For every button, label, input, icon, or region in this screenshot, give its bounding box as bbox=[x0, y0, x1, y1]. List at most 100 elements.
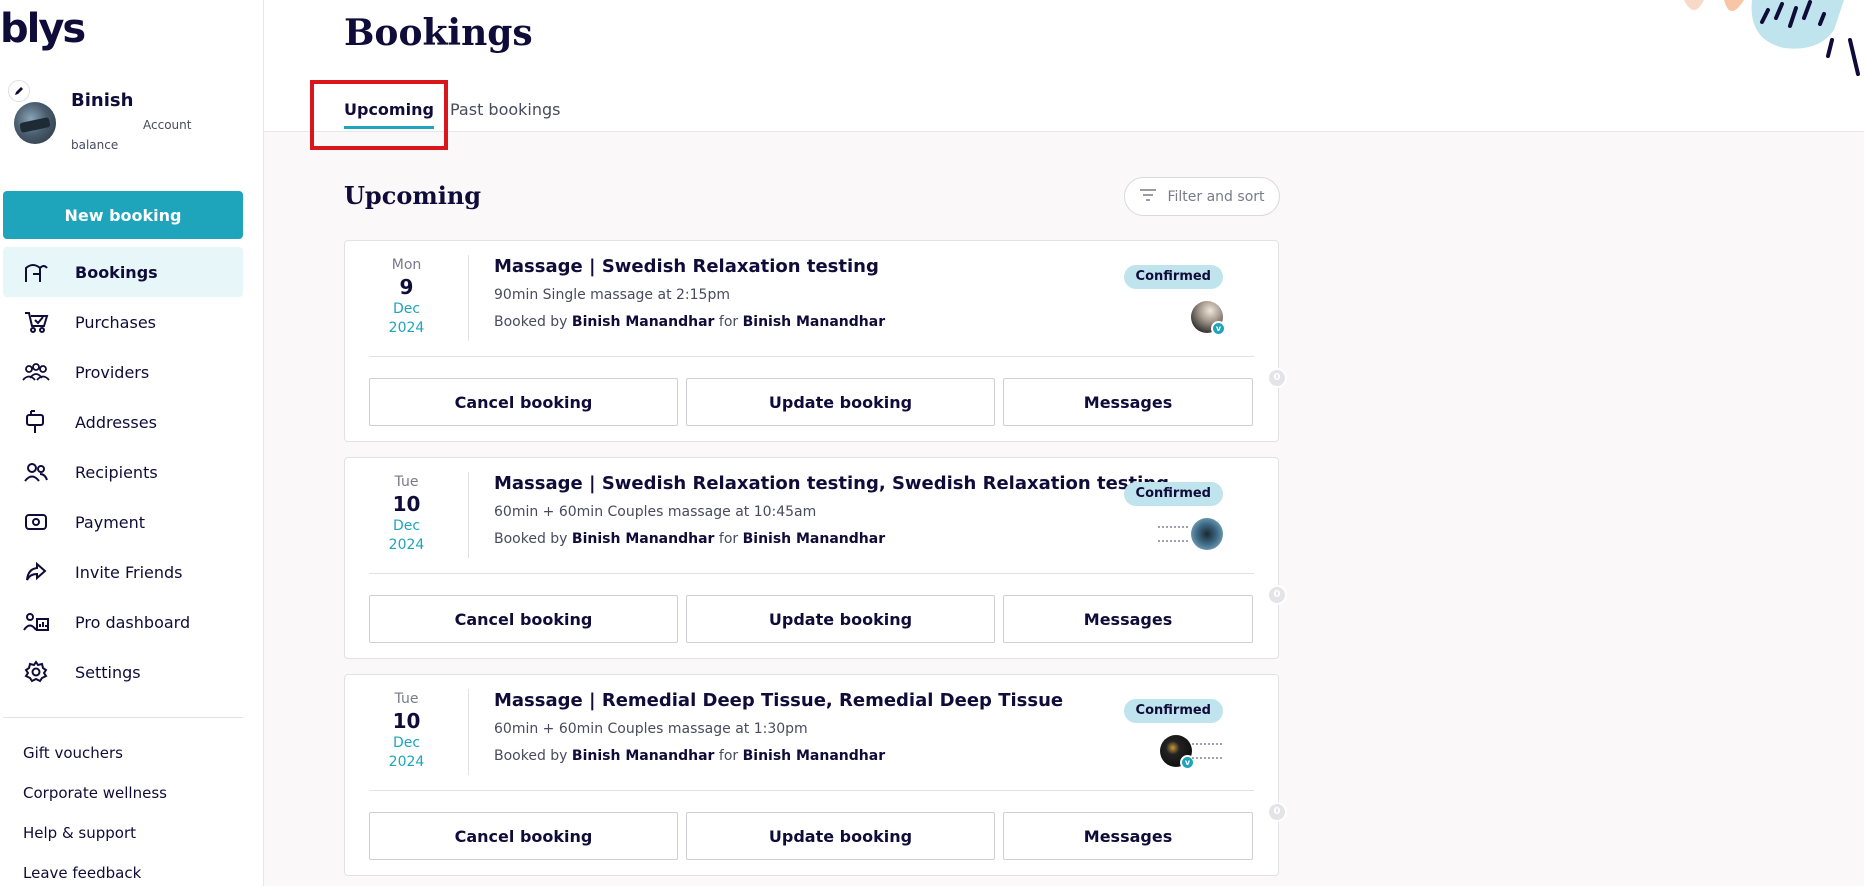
booked-by-name: Binish Manandhar bbox=[571, 314, 715, 330]
cancel-booking-button[interactable]: Cancel booking bbox=[369, 812, 678, 860]
cart-icon bbox=[21, 307, 51, 337]
date-weekday: Mon bbox=[391, 257, 422, 273]
date-weekday: Tue bbox=[394, 691, 419, 707]
sidebar-item-invite-friends[interactable]: Invite Friends bbox=[3, 547, 243, 597]
booking-date: Tue 10 Dec 2024 bbox=[345, 689, 469, 775]
messages-button[interactable]: Messages bbox=[1003, 378, 1253, 426]
leave-feedback-link[interactable]: Leave feedback bbox=[23, 864, 167, 886]
booked-by-line: Booked by Binish Manandhar for Binish Ma… bbox=[494, 748, 885, 764]
booking-title[interactable]: Massage | Swedish Relaxation testing, Sw… bbox=[494, 473, 1169, 494]
sidebar-item-bookings[interactable]: Bookings bbox=[3, 247, 243, 297]
booking-card[interactable]: Tue 10 Dec 2024 Massage | Remedial Deep … bbox=[344, 674, 1287, 876]
page-title: Bookings bbox=[344, 12, 533, 54]
gear-icon bbox=[21, 657, 51, 687]
mailbox-icon bbox=[21, 407, 51, 437]
sidebar-item-label: Recipients bbox=[75, 462, 158, 482]
sidebar-item-providers[interactable]: Providers bbox=[3, 347, 243, 397]
sidebar-item-pro-dashboard[interactable]: Pro dashboard bbox=[3, 597, 243, 647]
booking-date: Mon 9 Dec 2024 bbox=[345, 255, 469, 341]
status-badge: Confirmed bbox=[1123, 699, 1223, 723]
decorative-pattern bbox=[1644, 0, 1864, 80]
verified-icon: v bbox=[1211, 321, 1226, 336]
booking-details: 60min + 60min Couples massage at 1:30pm bbox=[494, 721, 808, 737]
sidebar-item-label: Payment bbox=[75, 512, 146, 532]
booking-details: 60min + 60min Couples massage at 10:45am bbox=[494, 504, 817, 520]
booking-date: Tue 10 Dec 2024 bbox=[345, 472, 469, 558]
sidebar: blys Binish Account balance New booking … bbox=[0, 0, 264, 886]
sidebar-item-label: Pro dashboard bbox=[75, 612, 191, 632]
for-label: for bbox=[718, 748, 739, 764]
tab-past-bookings[interactable]: Past bookings bbox=[450, 100, 561, 119]
account-balance-label: Account bbox=[143, 118, 192, 132]
corporate-wellness-link[interactable]: Corporate wellness bbox=[23, 784, 167, 824]
card-divider bbox=[369, 356, 1254, 357]
sidebar-item-label: Purchases bbox=[75, 312, 156, 332]
messages-button[interactable]: Messages bbox=[1003, 812, 1253, 860]
sidebar-footer-links: Gift vouchers Corporate wellness Help & … bbox=[23, 744, 167, 886]
sidebar-item-addresses[interactable]: Addresses bbox=[3, 397, 243, 447]
card-divider bbox=[369, 790, 1254, 791]
message-count-badge: 0 bbox=[1267, 802, 1287, 822]
booked-by-prefix: Booked by bbox=[494, 531, 568, 547]
tab-upcoming[interactable]: Upcoming bbox=[344, 100, 434, 129]
date-year: 2024 bbox=[388, 537, 425, 553]
new-booking-button[interactable]: New booking bbox=[3, 191, 243, 239]
date-day: 10 bbox=[392, 709, 421, 733]
card-divider bbox=[369, 573, 1254, 574]
payment-icon bbox=[21, 507, 51, 537]
section-title: Upcoming bbox=[344, 181, 482, 210]
date-month: Dec bbox=[392, 518, 421, 534]
booking-card[interactable]: Mon 9 Dec 2024 Massage | Swedish Relaxat… bbox=[344, 240, 1287, 442]
avatar[interactable] bbox=[14, 102, 56, 144]
filter-label: Filter and sort bbox=[1167, 188, 1265, 205]
sidebar-item-label: Invite Friends bbox=[75, 562, 183, 582]
update-booking-button[interactable]: Update booking bbox=[686, 378, 995, 426]
provider-placeholder bbox=[1158, 526, 1188, 542]
messages-button[interactable]: Messages bbox=[1003, 595, 1253, 643]
recipient-name: Binish Manandhar bbox=[742, 314, 886, 330]
booking-details: 90min Single massage at 2:15pm bbox=[494, 287, 730, 303]
cancel-booking-button[interactable]: Cancel booking bbox=[369, 378, 678, 426]
providers-icon bbox=[21, 357, 51, 387]
page-header: Bookings Upcoming Past bookings bbox=[264, 0, 1864, 150]
message-count-badge: 0 bbox=[1267, 585, 1287, 605]
for-label: for bbox=[718, 531, 739, 547]
blys-logo[interactable]: blys bbox=[0, 6, 86, 52]
recipient-name: Binish Manandhar bbox=[742, 748, 886, 764]
sidebar-item-payment[interactable]: Payment bbox=[3, 497, 243, 547]
sidebar-item-recipients[interactable]: Recipients bbox=[3, 447, 243, 497]
share-icon bbox=[21, 557, 51, 587]
sidebar-item-settings[interactable]: Settings bbox=[3, 647, 243, 697]
booked-by-line: Booked by Binish Manandhar for Binish Ma… bbox=[494, 314, 885, 330]
date-year: 2024 bbox=[388, 754, 425, 770]
for-label: for bbox=[718, 314, 739, 330]
filter-icon bbox=[1139, 188, 1157, 206]
booked-by-prefix: Booked by bbox=[494, 314, 568, 330]
edit-pencil-icon[interactable] bbox=[8, 80, 30, 102]
account-balance-label-cont: balance bbox=[71, 138, 119, 152]
date-month: Dec bbox=[392, 301, 421, 317]
status-badge: Confirmed bbox=[1123, 265, 1223, 289]
sidebar-item-label: Addresses bbox=[75, 412, 157, 432]
update-booking-button[interactable]: Update booking bbox=[686, 812, 995, 860]
date-weekday: Tue bbox=[394, 474, 419, 490]
provider-avatar[interactable] bbox=[1191, 518, 1223, 550]
update-booking-button[interactable]: Update booking bbox=[686, 595, 995, 643]
booking-card[interactable]: Tue 10 Dec 2024 Massage | Swedish Relaxa… bbox=[344, 457, 1287, 659]
provider-placeholder bbox=[1192, 743, 1222, 759]
cancel-booking-button[interactable]: Cancel booking bbox=[369, 595, 678, 643]
date-day: 10 bbox=[392, 492, 421, 516]
booking-title[interactable]: Massage | Swedish Relaxation testing bbox=[494, 256, 879, 277]
gift-vouchers-link[interactable]: Gift vouchers bbox=[23, 744, 167, 784]
sidebar-item-label: Bookings bbox=[75, 262, 158, 282]
sidebar-item-purchases[interactable]: Purchases bbox=[3, 297, 243, 347]
sidebar-nav: Bookings Purchases Providers Addresses R… bbox=[3, 247, 243, 697]
filter-and-sort-button[interactable]: Filter and sort bbox=[1124, 177, 1280, 216]
help-support-link[interactable]: Help & support bbox=[23, 824, 167, 864]
sidebar-divider bbox=[3, 717, 243, 718]
profile-block: Binish Account balance bbox=[0, 78, 264, 158]
profile-name: Binish bbox=[71, 90, 134, 111]
pro-dashboard-icon bbox=[21, 607, 51, 637]
booking-title[interactable]: Massage | Remedial Deep Tissue, Remedial… bbox=[494, 690, 1063, 711]
date-year: 2024 bbox=[388, 320, 425, 336]
